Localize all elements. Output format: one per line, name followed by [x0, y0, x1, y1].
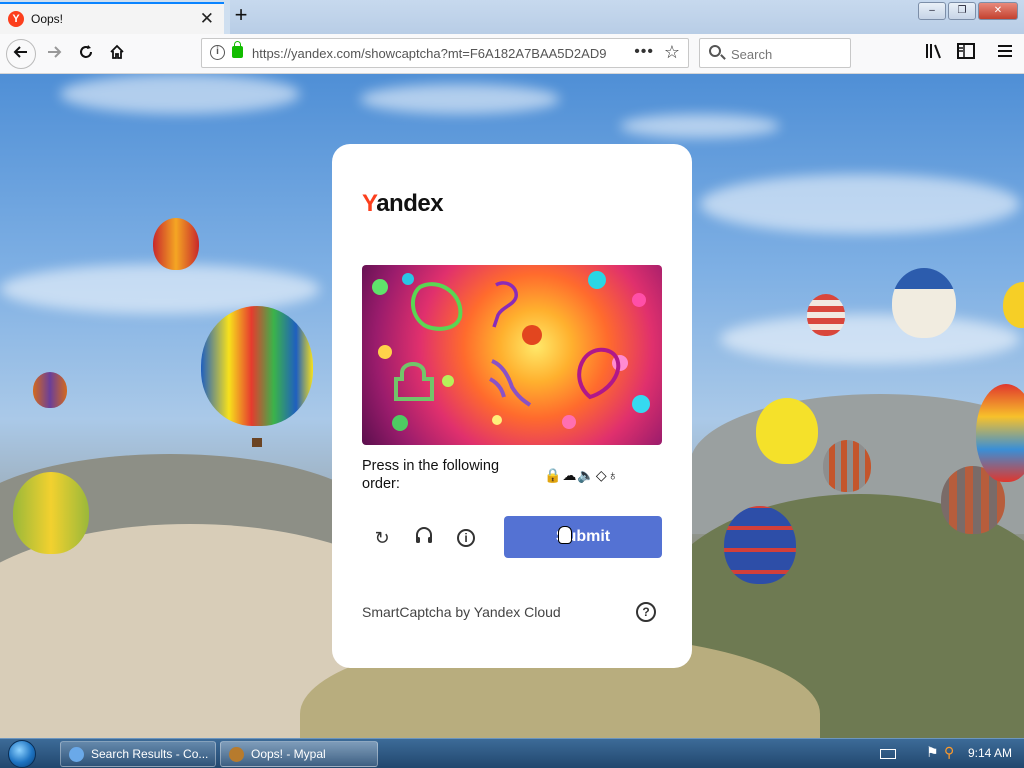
yandex-favicon-icon: Y	[8, 11, 24, 27]
window-controls: – ❐ ✕	[918, 2, 1018, 20]
captcha-challenge-image[interactable]	[362, 265, 662, 445]
logo-letter-y: Y	[362, 190, 377, 217]
hand-cursor-icon	[558, 526, 572, 544]
title-bar: Y Oops! ✕ + – ❐ ✕	[0, 0, 1024, 34]
clock[interactable]: 9:14 AM	[968, 746, 1012, 760]
search-icon	[709, 45, 721, 57]
new-tab-button[interactable]: +	[230, 4, 252, 28]
task-label: Search Results - Co...	[91, 747, 209, 761]
tab-close-icon[interactable]: ✕	[200, 10, 214, 28]
bookmark-star-icon[interactable]: ☆	[664, 42, 680, 63]
logo-text: andex	[376, 190, 444, 217]
back-arrow-icon[interactable]	[6, 39, 36, 69]
url-text[interactable]: https://yandex.com/showcaptcha?mt=F6A182…	[252, 46, 612, 61]
page-viewport: Yandex Press in the following order: 🔒☁🔈…	[0, 74, 1024, 738]
start-button[interactable]	[8, 740, 36, 768]
captcha-instruction: Press in the following order:	[362, 458, 500, 492]
taskbar-item-oops-mypal[interactable]: Oops! - Mypal	[220, 741, 378, 767]
browser-icon	[69, 747, 84, 762]
network-icon[interactable]: ⚑	[926, 744, 939, 761]
reload-icon[interactable]	[72, 40, 100, 68]
address-bar[interactable]: i https://yandex.com/showcaptcha?mt=F6A1…	[201, 38, 689, 68]
captcha-footer-text: SmartCaptcha by Yandex Cloud	[362, 604, 561, 620]
sequence-icons: 🔒☁🔈◇♁	[544, 467, 620, 483]
captcha-card: Yandex Press in the following order: 🔒☁🔈…	[332, 144, 692, 668]
minimize-button[interactable]: –	[918, 2, 946, 20]
search-input[interactable]: Search	[699, 38, 851, 68]
mypal-icon	[229, 747, 244, 762]
task-label: Oops! - Mypal	[251, 747, 326, 761]
page-actions-icon[interactable]: •••	[634, 43, 654, 61]
info-icon[interactable]: i	[457, 529, 475, 547]
info-icon[interactable]: i	[210, 45, 225, 60]
yandex-logo: Yandex	[362, 190, 444, 218]
keyboard-icon[interactable]	[880, 749, 896, 759]
taskbar: Search Results - Co... Oops! - Mypal ⚑ ⚲…	[0, 738, 1024, 768]
audio-headphones-icon[interactable]	[412, 526, 436, 550]
menu-icon[interactable]	[994, 43, 1016, 64]
help-icon[interactable]: ?	[636, 602, 656, 622]
taskbar-item-search-results[interactable]: Search Results - Co...	[60, 741, 216, 767]
restore-button[interactable]: ❐	[948, 2, 976, 20]
library-icon[interactable]	[923, 43, 945, 64]
refresh-icon[interactable]: ↻	[370, 526, 394, 550]
screen: Y Oops! ✕ + – ❐ ✕ i https://yandex.com/s…	[0, 0, 1024, 768]
navigation-bar: i https://yandex.com/showcaptcha?mt=F6A1…	[0, 34, 1024, 74]
close-window-button[interactable]: ✕	[978, 2, 1018, 20]
home-icon[interactable]	[103, 40, 131, 68]
tab-title: Oops!	[31, 12, 64, 26]
title-bar-strip	[230, 0, 1024, 34]
sidebar-icon[interactable]	[955, 43, 977, 64]
forward-arrow-icon[interactable]	[40, 40, 68, 68]
browser-tab[interactable]: Y Oops! ✕	[0, 2, 224, 34]
search-tray-icon[interactable]: ⚲	[944, 744, 954, 761]
lock-icon[interactable]	[232, 41, 243, 58]
search-placeholder: Search	[731, 47, 773, 62]
captcha-shapes	[394, 281, 621, 407]
captcha-sequence: 🔒☁🔈◇♁	[544, 467, 619, 484]
submit-button[interactable]: Submit	[504, 516, 662, 558]
